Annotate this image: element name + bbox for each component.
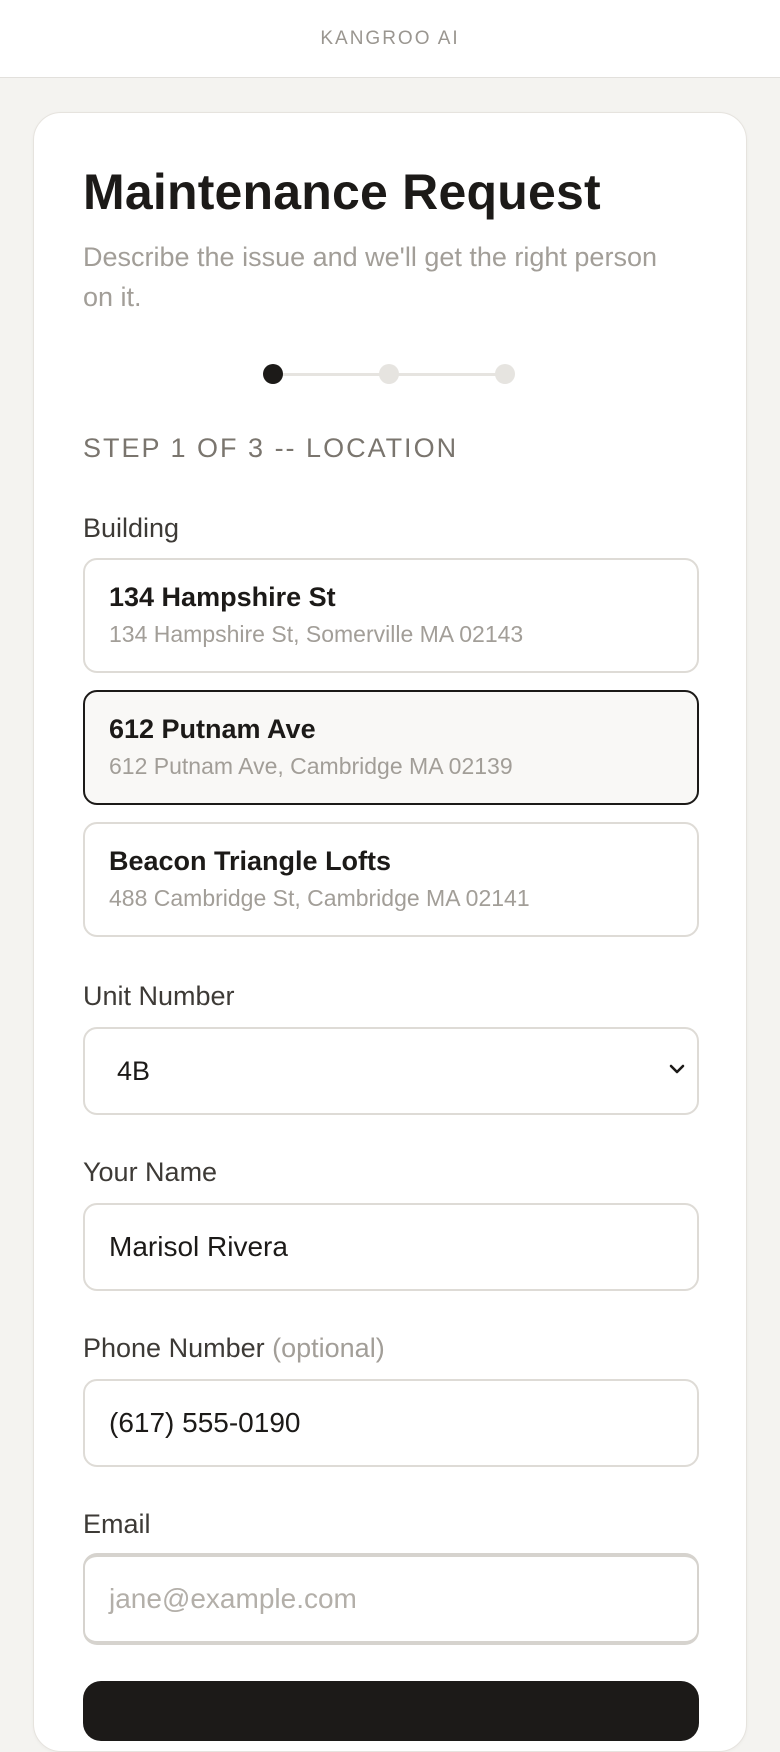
top-bar: KANGROO AI (0, 0, 780, 78)
building-name: 612 Putnam Ave (109, 714, 316, 744)
building-address: 134 Hampshire St, Somerville MA 02143 (109, 621, 524, 647)
step-progress-indicator (263, 362, 515, 386)
phone-label: Phone Number (optional) (83, 1333, 385, 1364)
step-label: STEP 1 OF 3 -- LOCATION (83, 433, 459, 463)
building-label: Building (83, 513, 180, 543)
page-title: Maintenance Request (83, 164, 601, 220)
building-option[interactable]: 134 Hampshire St 134 Hampshire St, Somer… (83, 558, 699, 673)
request-form-card: Maintenance Request Describe the issue a… (33, 112, 747, 1752)
building-name: Beacon Triangle Lofts (109, 846, 392, 876)
step-dot-3 (495, 364, 515, 384)
building-option-selected[interactable]: 612 Putnam Ave 612 Putnam Ave, Cambridge… (83, 690, 699, 805)
email-input[interactable]: jane@example.com (83, 1553, 699, 1645)
name-input[interactable]: Marisol Rivera (83, 1203, 699, 1291)
step-dot-2 (379, 364, 399, 384)
building-option[interactable]: Beacon Triangle Lofts 488 Cambridge St, … (83, 822, 699, 937)
optional-tag: (optional) (272, 1333, 385, 1363)
unit-number-label: Unit Number (83, 981, 235, 1011)
phone-label-text: Phone Number (83, 1333, 265, 1363)
phone-input[interactable]: (617) 555-0190 (83, 1379, 699, 1467)
email-label: Email (83, 1509, 151, 1539)
stepper-line (273, 373, 381, 376)
name-label: Your Name (83, 1157, 218, 1187)
building-address: 488 Cambridge St, Cambridge MA 02141 (109, 885, 530, 911)
page-subtitle: Describe the issue and we'll get the rig… (83, 242, 657, 312)
next-button[interactable] (83, 1681, 699, 1741)
building-address: 612 Putnam Ave, Cambridge MA 02139 (109, 753, 513, 779)
chevron-down-icon (669, 1064, 685, 1074)
brand-name: KANGROO AI (320, 27, 460, 49)
unit-number-value: 4B (117, 1055, 151, 1086)
unit-number-select[interactable]: 4B (83, 1027, 699, 1115)
name-input-value: Marisol Rivera (109, 1231, 288, 1262)
email-placeholder: jane@example.com (109, 1583, 357, 1614)
phone-input-value: (617) 555-0190 (109, 1407, 301, 1438)
building-name: 134 Hampshire St (109, 582, 336, 612)
step-dot-1 (263, 364, 283, 384)
stepper-line (389, 373, 497, 376)
